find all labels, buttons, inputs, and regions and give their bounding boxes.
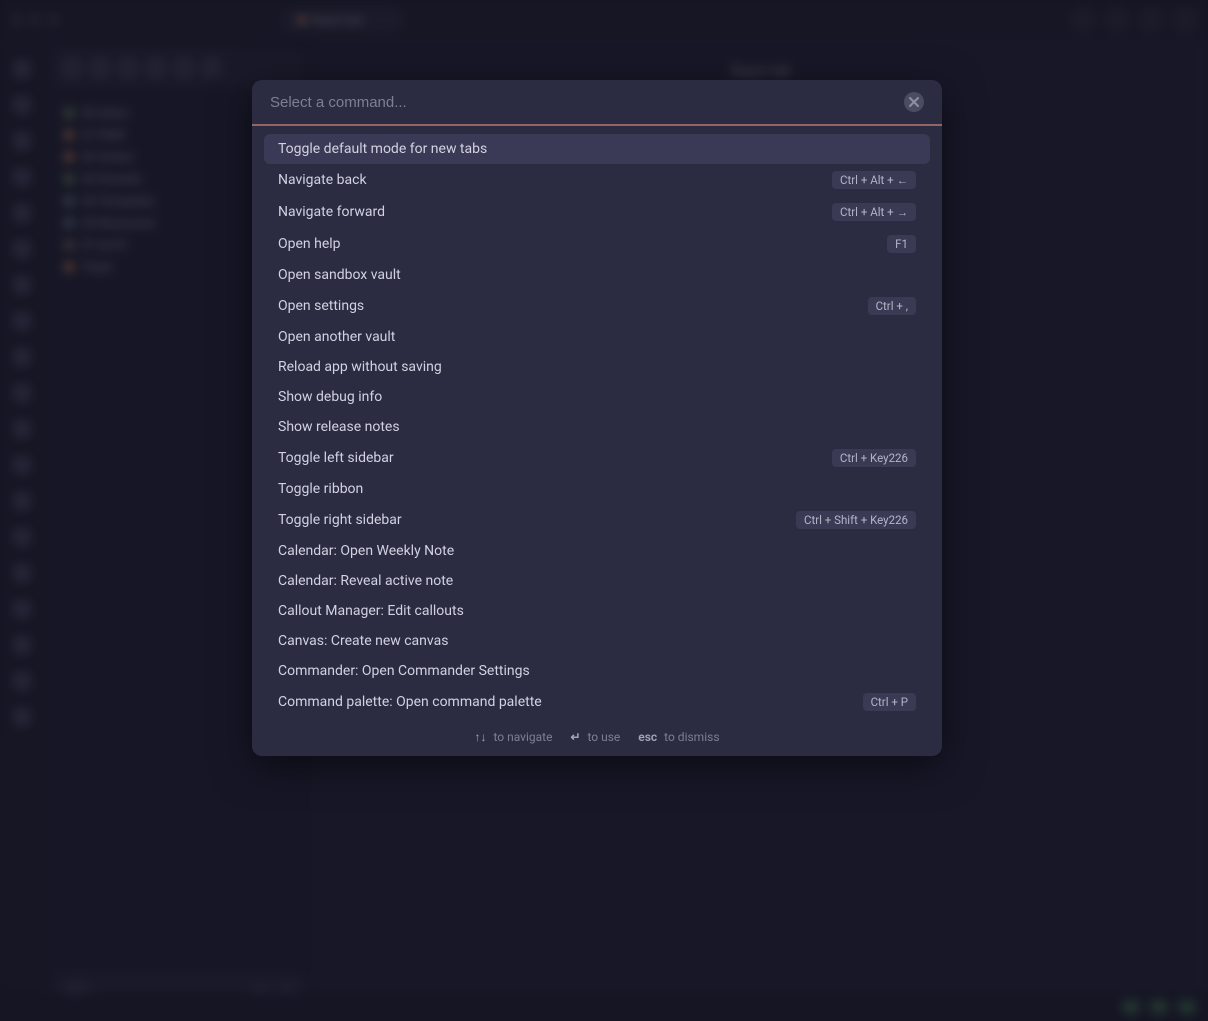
command-label: Navigate forward (278, 204, 385, 220)
command-hotkey: Ctrl + , (868, 297, 916, 315)
command-item[interactable]: Calendar: Reveal active note (264, 566, 930, 596)
command-item[interactable]: Callout Manager: Edit callouts (264, 596, 930, 626)
command-palette: Toggle default mode for new tabs Navigate… (252, 80, 942, 756)
command-hotkey: F1 (887, 235, 916, 253)
command-label: Toggle default mode for new tabs (278, 141, 487, 157)
command-item[interactable]: Open help F1 (264, 228, 930, 260)
use-key: ↵ (570, 730, 580, 744)
command-hotkey: Ctrl + P (863, 693, 916, 711)
command-item[interactable]: Calendar: Open Weekly Note (264, 536, 930, 566)
command-label: Commander: Open Commander Settings (278, 663, 530, 679)
command-item[interactable]: Toggle default mode for new tabs (264, 134, 930, 164)
command-label: Calendar: Open Weekly Note (278, 543, 454, 559)
command-item[interactable]: Commander: Open Commander Settings (264, 656, 930, 686)
palette-divider (252, 124, 942, 126)
esc-text: to dismiss (664, 730, 719, 744)
command-item[interactable]: Show debug info (264, 382, 930, 412)
command-item[interactable]: Canvas: Create new canvas (264, 626, 930, 656)
command-label: Open help (278, 236, 341, 252)
command-list: Toggle default mode for new tabs Navigate… (252, 126, 942, 722)
command-label: Command palette: Open command palette (278, 694, 542, 710)
use-text: to use (587, 730, 620, 744)
command-hotkey: Ctrl + Shift + Key226 (796, 511, 916, 529)
command-item[interactable]: Show release notes (264, 412, 930, 442)
command-label: Reload app without saving (278, 359, 442, 375)
command-label: Open settings (278, 298, 364, 314)
nav-text: to navigate (493, 730, 552, 744)
command-label: Show debug info (278, 389, 382, 405)
command-label: Open sandbox vault (278, 267, 401, 283)
command-item[interactable]: Navigate forward Ctrl + Alt + → (264, 196, 930, 228)
command-label: Toggle right sidebar (278, 512, 402, 528)
command-hotkey: Ctrl + Alt + → (832, 203, 916, 221)
command-item[interactable]: Open sandbox vault (264, 260, 930, 290)
command-hotkey: Ctrl + Key226 (832, 449, 916, 467)
command-label: Open another vault (278, 329, 395, 345)
command-item[interactable]: Toggle right sidebar Ctrl + Shift + Key22… (264, 504, 930, 536)
command-item[interactable]: Open settings Ctrl + , (264, 290, 930, 322)
command-label: Navigate back (278, 172, 367, 188)
command-input[interactable] (270, 94, 894, 111)
esc-key: esc (638, 730, 657, 744)
command-label: Show release notes (278, 419, 400, 435)
nav-key: ↑↓ (474, 730, 486, 744)
command-hotkey: Ctrl + Alt + ← (832, 171, 916, 189)
command-label: Callout Manager: Edit callouts (278, 603, 464, 619)
close-icon[interactable] (904, 92, 924, 112)
command-label: Toggle left sidebar (278, 450, 394, 466)
command-label: Canvas: Create new canvas (278, 633, 448, 649)
palette-footer: ↑↓ to navigate ↵ to use esc to dismiss (252, 722, 942, 756)
command-input-row (252, 80, 942, 124)
command-label: Toggle ribbon (278, 481, 363, 497)
command-item[interactable]: Navigate back Ctrl + Alt + ← (264, 164, 930, 196)
command-item[interactable]: Command palette: Open command palette Ctr… (264, 686, 930, 718)
command-item[interactable]: Open another vault (264, 322, 930, 352)
command-item[interactable]: Reload app without saving (264, 352, 930, 382)
command-item[interactable]: Toggle left sidebar Ctrl + Key226 (264, 442, 930, 474)
command-item[interactable]: Toggle ribbon (264, 474, 930, 504)
command-label: Calendar: Reveal active note (278, 573, 453, 589)
